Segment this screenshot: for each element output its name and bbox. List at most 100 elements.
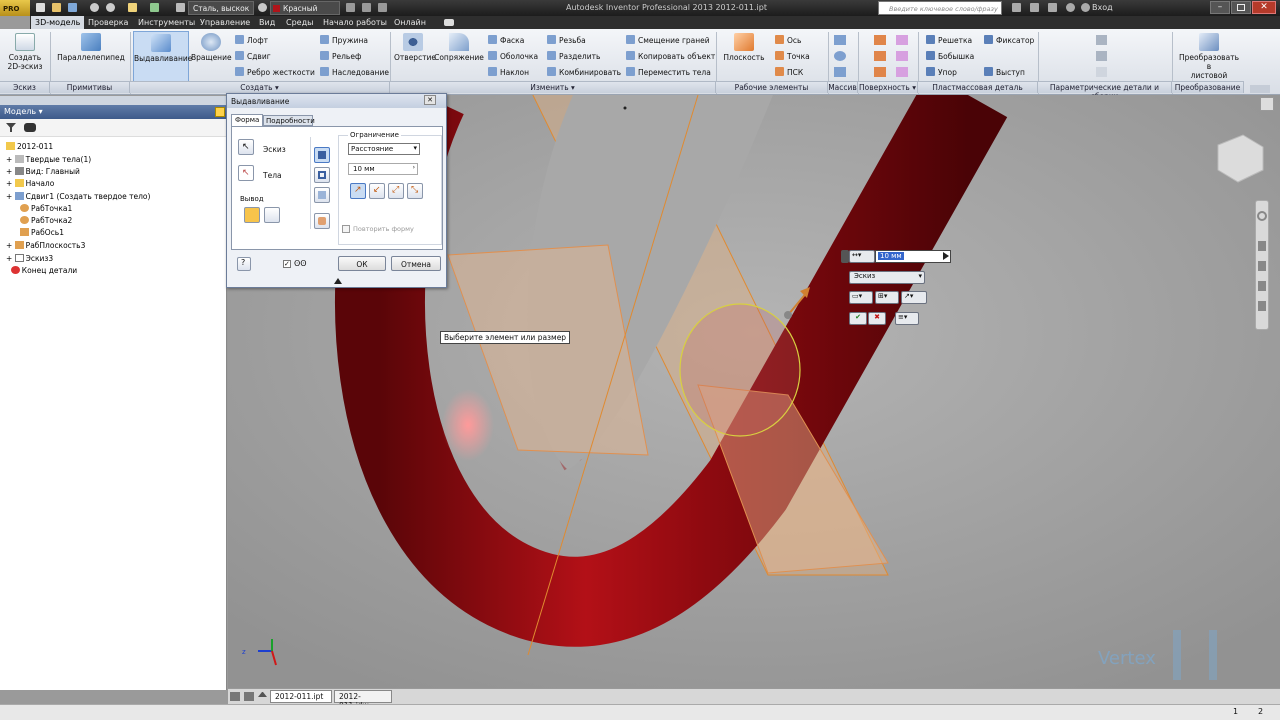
tree-item-root[interactable]: 2012-011 bbox=[6, 142, 53, 151]
tab-tools[interactable]: Инструменты bbox=[134, 16, 199, 29]
mini-ok-button[interactable]: ✔ bbox=[849, 312, 867, 325]
lip-button[interactable]: Выступ bbox=[984, 67, 1025, 77]
tree-item-sketch3[interactable]: + Эскиз3 bbox=[6, 254, 53, 263]
ok-button[interactable]: ОК bbox=[338, 256, 386, 271]
panel-label-surface[interactable]: Поверхность ▾ bbox=[858, 81, 918, 93]
extend-icon[interactable] bbox=[896, 51, 908, 61]
panel-label-work-features[interactable]: Рабочие элементы bbox=[716, 81, 828, 93]
create-2d-sketch-button[interactable]: Создать 2D-эскиз bbox=[4, 33, 46, 71]
tab-get-started[interactable]: Начало работы bbox=[319, 16, 391, 29]
dialog-close-button[interactable]: ✕ bbox=[424, 95, 436, 105]
stitch-icon[interactable] bbox=[874, 35, 886, 45]
distance-type-dropdown[interactable]: ↔▾ bbox=[849, 250, 875, 263]
tab-menu-icon[interactable] bbox=[258, 692, 267, 697]
dialog-help-button[interactable]: ? bbox=[237, 257, 251, 271]
ribbon-toggle-icon[interactable] bbox=[444, 19, 454, 26]
tile-icon[interactable] bbox=[230, 692, 240, 701]
panel-label-harness[interactable]: Параметрические детали и сборки bbox=[1038, 81, 1172, 101]
move-bodies-button[interactable]: Переместить тела bbox=[626, 67, 711, 77]
minimize-button[interactable]: – bbox=[1210, 1, 1230, 14]
panel-label-primitives[interactable]: Примитивы bbox=[50, 81, 130, 93]
tree-item-end-of-part[interactable]: Конец детали bbox=[6, 266, 77, 275]
communication-icon[interactable] bbox=[1048, 3, 1057, 12]
tree-item-view[interactable]: + Вид: Главный bbox=[6, 167, 80, 176]
join-button[interactable] bbox=[314, 147, 330, 163]
repeat-checkbox[interactable] bbox=[342, 225, 350, 233]
offset-faces-button[interactable]: Смещение граней bbox=[626, 35, 710, 45]
panel-label-create[interactable]: Создать ▾ bbox=[130, 81, 390, 93]
box-primitive-button[interactable]: Параллелепипед bbox=[56, 33, 126, 62]
emboss-button[interactable]: Рельеф bbox=[320, 51, 361, 61]
hole-button[interactable]: Отверстие bbox=[394, 33, 436, 62]
distance-spin-arrow-icon[interactable] bbox=[943, 252, 949, 260]
pan-icon[interactable] bbox=[1258, 241, 1266, 251]
loft-button[interactable]: Лофт bbox=[235, 35, 268, 45]
distance-field[interactable]: 10 мм › bbox=[348, 163, 418, 175]
tab-view[interactable]: Вид bbox=[255, 16, 279, 29]
output-solid-button[interactable] bbox=[244, 207, 260, 223]
help-icon[interactable] bbox=[215, 107, 225, 117]
update-icon[interactable] bbox=[150, 3, 159, 12]
preview-checkbox[interactable]: ✓ bbox=[283, 260, 291, 268]
orbit-icon[interactable] bbox=[1258, 281, 1266, 291]
sign-in-link[interactable]: Вход bbox=[1092, 3, 1113, 12]
draft-button[interactable]: Наклон bbox=[488, 67, 529, 77]
app-menu-button[interactable]: PRO bbox=[0, 0, 30, 16]
rectangular-pattern-icon[interactable] bbox=[834, 35, 846, 45]
save-icon[interactable] bbox=[68, 3, 77, 12]
drag-handle[interactable] bbox=[784, 311, 792, 319]
steering-wheel-icon[interactable] bbox=[1257, 211, 1267, 221]
binoculars-icon[interactable] bbox=[24, 123, 36, 132]
new-icon[interactable] bbox=[36, 3, 45, 12]
new-solid-button[interactable] bbox=[314, 213, 330, 229]
redo-icon[interactable] bbox=[106, 3, 115, 12]
qat-more-icon[interactable] bbox=[378, 3, 387, 12]
panel-label-convert[interactable]: Преобразование bbox=[1172, 81, 1244, 93]
snap-fit-button[interactable]: Фиксатор bbox=[984, 35, 1034, 45]
replace-face-icon[interactable] bbox=[896, 67, 908, 77]
doc-tab-ipt[interactable]: 2012-011.ipt ⊠ bbox=[270, 690, 332, 710]
asymmetric-button[interactable]: ⤡ bbox=[407, 183, 423, 199]
copy-object-button[interactable]: Копировать объект bbox=[626, 51, 715, 61]
axis-button[interactable]: Ось bbox=[775, 35, 801, 45]
shell-button[interactable]: Оболочка bbox=[488, 51, 538, 61]
sculpt-icon[interactable] bbox=[874, 67, 886, 77]
distance-input[interactable]: 10 мм bbox=[875, 250, 951, 263]
favorites-icon[interactable] bbox=[1066, 3, 1075, 12]
subscription-icon[interactable] bbox=[1030, 3, 1039, 12]
viewport-restore-icon[interactable] bbox=[1260, 97, 1274, 111]
grill-button[interactable]: Решетка bbox=[926, 35, 972, 45]
browser-header[interactable]: Модель ▾ bbox=[0, 105, 227, 119]
look-at-icon[interactable] bbox=[1258, 301, 1266, 311]
split-button[interactable]: Разделить bbox=[547, 51, 600, 61]
tree-item-workpoint1[interactable]: РабТочка1 bbox=[20, 204, 72, 213]
panel-label-plastic[interactable]: Пластмассовая деталь bbox=[918, 81, 1038, 93]
select-icon[interactable] bbox=[128, 3, 137, 12]
tree-item-solid-bodies[interactable]: + Твердые тела(1) bbox=[6, 155, 91, 164]
mini-cancel-button[interactable]: ✖ bbox=[868, 312, 886, 325]
open-icon[interactable] bbox=[52, 3, 61, 12]
frame-icon[interactable] bbox=[1096, 35, 1107, 45]
rest-button[interactable]: Упор bbox=[926, 67, 957, 77]
panel-label-sketch[interactable]: Эскиз bbox=[0, 81, 50, 93]
tree-item-workpoint2[interactable]: РабТочка2 bbox=[20, 216, 72, 225]
tree-item-sweep1[interactable]: + Сдвиг1 (Создать твердое тело) bbox=[6, 192, 150, 201]
symmetric-button[interactable]: ⤢ bbox=[388, 183, 404, 199]
zoom-icon[interactable] bbox=[1258, 261, 1266, 271]
extrude-button[interactable]: Выдавливание bbox=[133, 31, 192, 83]
appearance-dropdown[interactable]: Красный bbox=[270, 1, 340, 15]
tab-shape[interactable]: Форма bbox=[231, 114, 263, 126]
collapse-arrow-icon[interactable] bbox=[334, 278, 342, 284]
tab-online[interactable]: Онлайн bbox=[390, 16, 430, 29]
dialog-title-bar[interactable]: Выдавливание bbox=[227, 94, 446, 108]
chamfer-button[interactable]: Фаска bbox=[488, 35, 524, 45]
cascade-icon[interactable] bbox=[244, 692, 254, 701]
tab-3d-model[interactable]: 3D-модель bbox=[31, 16, 85, 29]
revolve-button[interactable]: Вращение bbox=[191, 33, 232, 62]
coil-button[interactable]: Пружина bbox=[320, 35, 368, 45]
sweep-button[interactable]: Сдвиг bbox=[235, 51, 271, 61]
plane-button[interactable]: Плоскость bbox=[722, 33, 766, 62]
tab-manage[interactable]: Управление bbox=[196, 16, 254, 29]
maximize-button[interactable] bbox=[1231, 1, 1251, 14]
binoculars-icon[interactable] bbox=[1012, 3, 1021, 12]
